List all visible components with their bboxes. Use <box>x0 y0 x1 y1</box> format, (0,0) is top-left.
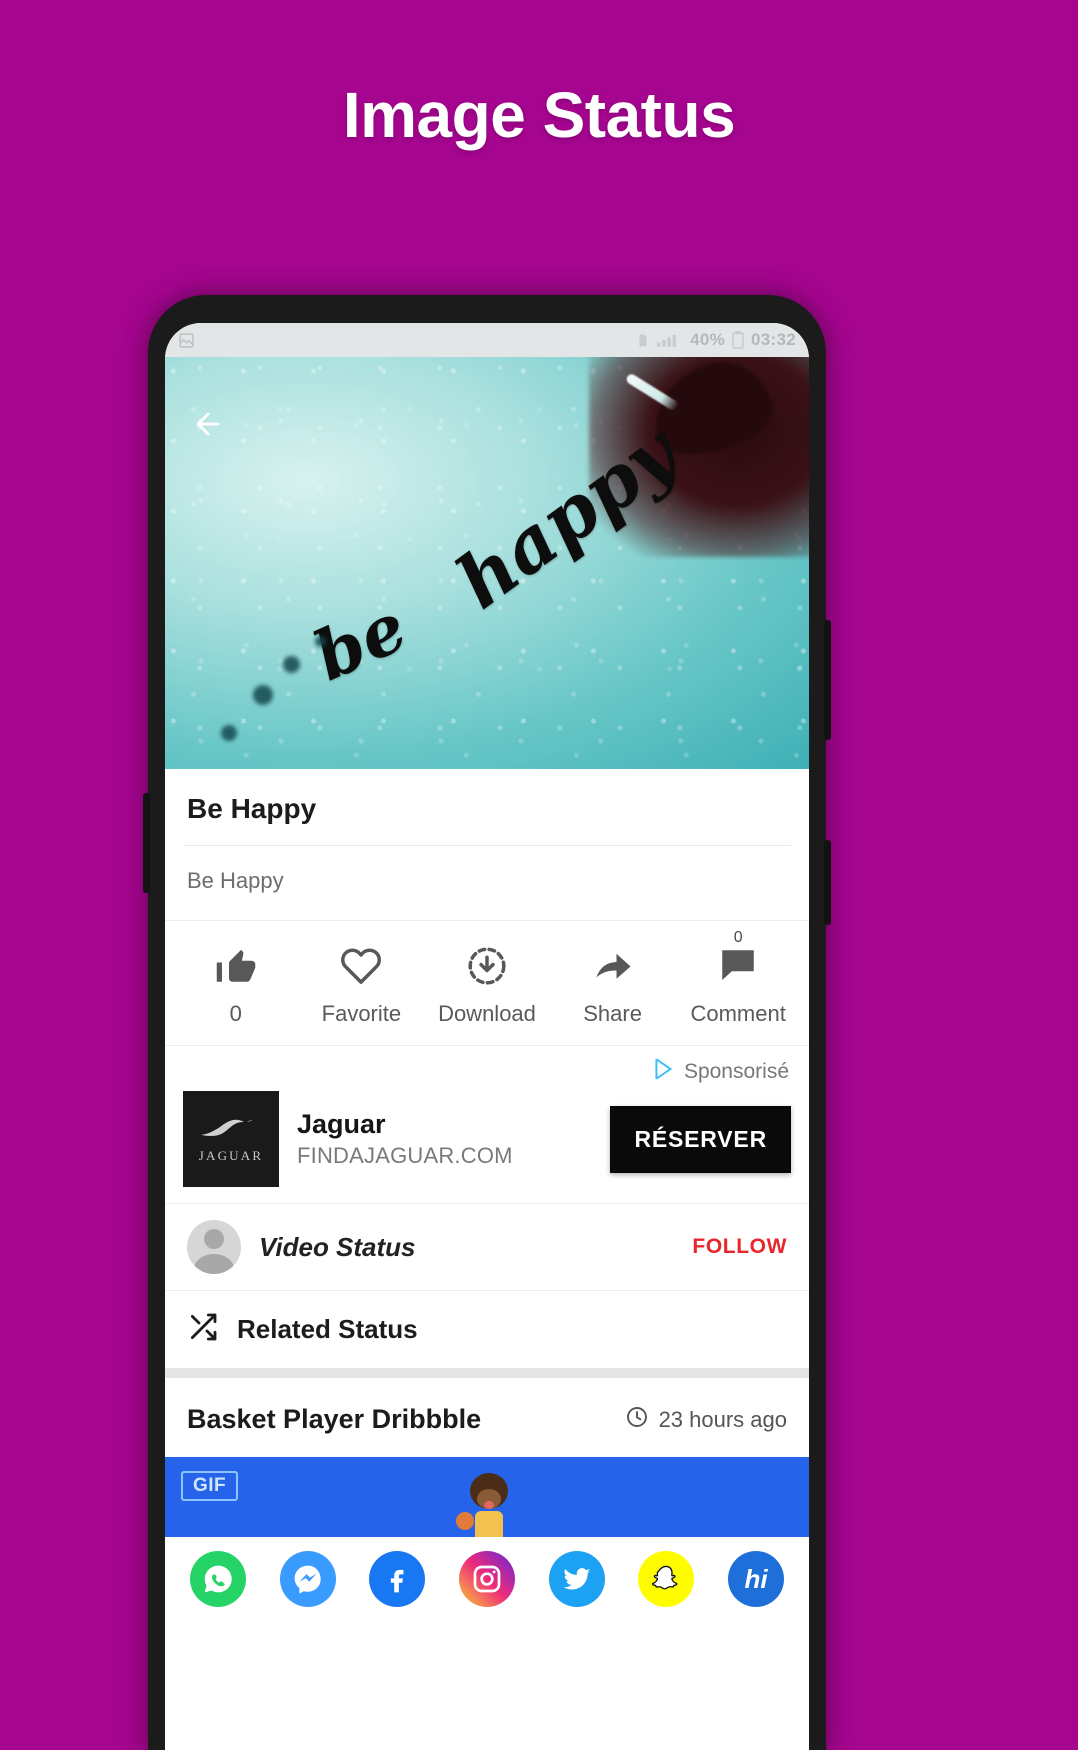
social-messenger-icon[interactable] <box>279 1551 336 1607</box>
comment-button[interactable]: 0 Comment <box>675 929 801 1027</box>
status-image[interactable]: happy be <box>165 357 809 769</box>
share-label: Share <box>583 1001 642 1026</box>
social-whatsapp-icon[interactable] <box>189 1551 246 1607</box>
related-item-timestamp: 23 hours ago <box>658 1406 787 1432</box>
phone-side-button-assistant[interactable] <box>143 793 150 893</box>
related-item-thumbnail[interactable]: GIF <box>165 1457 809 1537</box>
favorite-button[interactable]: Favorite <box>299 943 425 1027</box>
comment-label: Comment <box>690 1001 786 1026</box>
status-bar: 40% 03:32 <box>165 323 809 357</box>
related-status-label: Related Status <box>237 1314 418 1344</box>
follow-button[interactable]: FOLLOW <box>692 1235 787 1259</box>
phone-screen: 40% 03:32 happy be Be Happy Be Happy 0 F… <box>165 323 809 1750</box>
like-button[interactable]: 0 <box>173 943 299 1027</box>
social-hike-label: hi <box>744 1563 768 1594</box>
channel-row[interactable]: Video Status FOLLOW <box>165 1203 809 1290</box>
avatar-icon <box>187 1220 241 1274</box>
image-dots <box>165 629 465 769</box>
phone-frame: 40% 03:32 happy be Be Happy Be Happy 0 F… <box>143 295 831 1750</box>
like-count: 0 <box>229 1001 242 1026</box>
ad-cta-button[interactable]: RÉSERVER <box>610 1105 791 1173</box>
social-instagram-icon[interactable] <box>458 1551 515 1607</box>
download-button[interactable]: Download <box>424 943 550 1027</box>
back-arrow-icon[interactable] <box>187 403 229 445</box>
ad-url: FINDAJAGUAR.COM <box>297 1143 513 1168</box>
channel-name: Video Status <box>259 1231 416 1262</box>
title-section: Be Happy <box>165 769 809 845</box>
phone-side-button-power[interactable] <box>824 620 831 740</box>
page-title: Image Status <box>342 79 736 151</box>
ad-advertiser-name: Jaguar <box>297 1109 386 1139</box>
social-hike-icon[interactable]: hi <box>728 1551 785 1607</box>
related-item-title: Basket Player Dribbble <box>187 1404 482 1434</box>
jaguar-logo: JAGUAR <box>183 1091 279 1187</box>
gif-badge: GIF <box>181 1471 239 1501</box>
adchoices-icon[interactable] <box>651 1056 677 1087</box>
social-snapchat-icon[interactable] <box>638 1551 695 1607</box>
comment-bubble-icon: 0 <box>716 929 760 987</box>
description-section: Be Happy <box>165 846 809 920</box>
status-title: Be Happy <box>187 793 317 824</box>
share-arrow-icon <box>591 943 635 987</box>
battery-percent: 40% <box>690 330 726 349</box>
battery-icon <box>732 331 744 349</box>
social-facebook-icon[interactable] <box>369 1551 426 1607</box>
favorite-label: Favorite <box>321 1001 402 1026</box>
action-bar: 0 Favorite Download Share 0 Comment <box>165 920 809 1045</box>
phone-side-button-volume[interactable] <box>824 840 831 925</box>
jaguar-wordmark: JAGUAR <box>198 1148 264 1163</box>
related-item-header[interactable]: Basket Player Dribbble 23 hours ago <box>165 1378 809 1457</box>
social-share-row: hi <box>165 1537 809 1607</box>
download-label: Download <box>438 1001 536 1026</box>
related-status-header[interactable]: Related Status <box>165 1290 809 1368</box>
thumbs-up-icon <box>214 943 258 987</box>
related-item-time: 23 hours ago <box>625 1405 787 1435</box>
ad-body: JAGUAR Jaguar FINDAJAGUAR.COM RÉSERVER <box>183 1091 791 1187</box>
heart-icon <box>339 943 383 987</box>
ad-text: Jaguar FINDAJAGUAR.COM <box>297 1109 592 1169</box>
sponsored-label: Sponsorisé <box>683 1059 789 1083</box>
section-separator <box>165 1368 809 1378</box>
share-button[interactable]: Share <box>550 943 676 1027</box>
signal-icon <box>657 332 683 348</box>
sponsored-ad[interactable]: Sponsorisé JAGUAR Jaguar FINDAJAGUAR.COM… <box>165 1045 809 1203</box>
status-time: 03:32 <box>751 330 796 349</box>
sponsored-row: Sponsorisé <box>183 1056 791 1087</box>
status-description: Be Happy <box>187 868 284 893</box>
image-icon <box>178 332 195 349</box>
basket-player-illustration <box>456 1473 508 1537</box>
clock-icon <box>625 1405 649 1435</box>
comment-count-badge: 0 <box>733 929 743 946</box>
shuffle-icon <box>187 1311 219 1348</box>
download-circle-icon <box>465 943 509 987</box>
social-twitter-icon[interactable] <box>548 1551 605 1607</box>
sim-icon <box>636 332 650 349</box>
